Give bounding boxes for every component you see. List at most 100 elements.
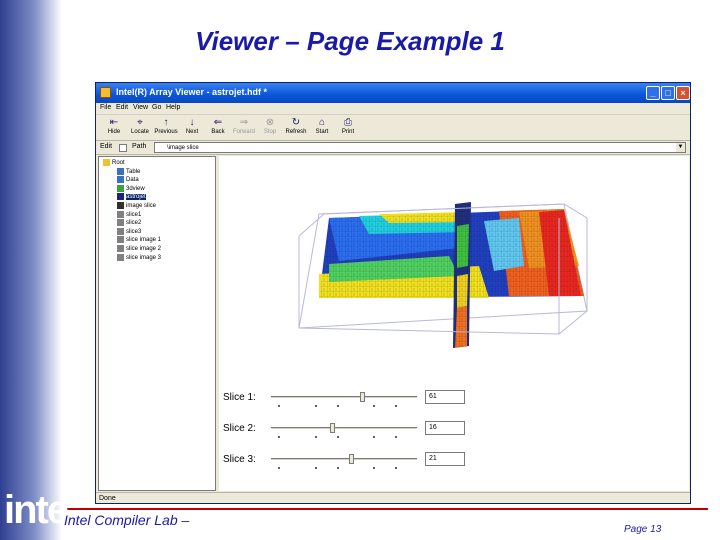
slice-icon <box>117 236 124 244</box>
toolbar-button-hide[interactable]: ⇤ Hide <box>102 117 126 139</box>
slice-2-slider[interactable] <box>271 427 417 430</box>
slice-1-label: Slice 1: <box>223 392 256 403</box>
hide-icon: ⇤ <box>109 117 119 128</box>
toolbar-button-label: Print <box>341 129 355 135</box>
tree-item[interactable]: slice image 2 <box>117 245 161 252</box>
tree-item[interactable]: Root <box>103 159 125 166</box>
tree-item[interactable]: slice image 3 <box>117 253 161 261</box>
toolbar-button-start[interactable]: ⌂ Start <box>310 117 334 139</box>
toolbar-button-label: Back <box>211 129 225 135</box>
toolbar-button-previous[interactable]: ↑ Previous <box>154 117 178 139</box>
toolbar-button-label: Start <box>315 129 329 135</box>
tree-item-label: Table <box>126 168 141 175</box>
tree-item-label: image slice <box>126 203 157 210</box>
slider-tick <box>336 436 339 438</box>
slider-tick <box>278 436 281 438</box>
slice-3-value-field[interactable]: 21 <box>425 452 465 466</box>
back-icon: ⇐ <box>213 117 223 128</box>
toolbar-button-label: Refresh <box>285 129 307 135</box>
slice-2-label: Slice 2: <box>223 423 256 434</box>
path-input[interactable]: \image slice ▼ <box>154 142 686 153</box>
toolbar-button-next[interactable]: ↓ Next <box>180 117 204 139</box>
tree-item[interactable]: slice1 <box>117 210 142 218</box>
array-viewer-window: Intel(R) Array Viewer - astrojet.hdf * _… <box>95 82 691 504</box>
slice-3-slider-thumb[interactable] <box>349 454 355 464</box>
locate-icon: ⌖ <box>137 117 143 128</box>
close-button[interactable]: × <box>676 86 690 100</box>
3d-volume-render[interactable] <box>219 156 689 384</box>
toolbar-button-locate[interactable]: ⌖ Locate <box>128 117 152 139</box>
start-icon: ⌂ <box>318 117 326 128</box>
footer-rule <box>64 508 708 510</box>
window-titlebar[interactable]: Intel(R) Array Viewer - astrojet.hdf * _… <box>96 83 690 103</box>
slice-2-value-field[interactable]: 16 <box>425 421 465 435</box>
slice-3-slider[interactable] <box>271 458 417 461</box>
menu-view[interactable]: View <box>133 104 148 111</box>
slider-tick <box>336 405 339 407</box>
slider-tick <box>373 436 376 438</box>
toolbar: ⇤ Hide ⌖ Locate ↑ Previous ↓ Next ⇐ Back ⇒ Forward ⊗… <box>96 115 690 141</box>
menu-edit[interactable]: Edit <box>116 104 128 111</box>
image-icon <box>117 202 124 209</box>
toolbar-button-label: Hide <box>107 129 121 135</box>
menu-help[interactable]: Help <box>166 104 180 111</box>
menu-go[interactable]: Go <box>152 104 161 111</box>
slice-icon <box>117 227 124 235</box>
toolbar-button-stop[interactable]: ⊗ Stop <box>258 117 282 139</box>
tree-item[interactable]: slice2 <box>117 219 141 226</box>
slider-tick <box>373 467 376 469</box>
path-label: Path <box>132 143 147 150</box>
toolbar-button-back[interactable]: ⇐ Back <box>206 117 230 139</box>
minimize-button[interactable]: _ <box>646 86 660 100</box>
tree-view: Root Table Data 3dview astrojet image slice sl… <box>98 156 216 491</box>
toolbar-button-forward[interactable]: ⇒ Forward <box>232 117 256 139</box>
slice-icon <box>117 219 124 227</box>
tree-item[interactable]: Data <box>117 176 139 183</box>
edit-checkbox[interactable] <box>119 144 127 152</box>
app-icon <box>100 87 111 98</box>
tree-item[interactable]: slice image 1 <box>117 236 161 243</box>
dataset-icon <box>117 193 124 201</box>
tree-item[interactable]: 3dview <box>117 184 145 192</box>
window-title: Intel(R) Array Viewer - astrojet.hdf * <box>116 87 268 97</box>
tree-item[interactable]: image slice <box>117 202 156 209</box>
tree-item-label: slice1 <box>126 211 142 218</box>
tree-item-label: Root <box>112 160 125 167</box>
slider-tick <box>278 467 281 469</box>
toolbar-button-label: Previous <box>154 129 178 135</box>
tree-item[interactable]: Table <box>117 167 141 175</box>
tree-item-label: astrojet <box>126 194 146 201</box>
maximize-button[interactable]: □ <box>661 86 675 100</box>
slide-title: Viewer – Page Example 1 <box>195 26 505 56</box>
slice-1-value-field[interactable]: 61 <box>425 390 465 404</box>
slider-tick <box>373 405 376 407</box>
refresh-icon: ↻ <box>291 117 301 128</box>
menu-file[interactable]: File <box>100 104 111 111</box>
slider-tick <box>395 405 398 407</box>
toolbar-button-print[interactable]: ⎙ Print <box>336 117 360 139</box>
slider-tick <box>314 467 317 469</box>
slice-mesh-overlay <box>319 209 584 298</box>
slider-tick <box>395 436 398 438</box>
slide-left-band <box>0 0 62 540</box>
toolbar-button-label: Stop <box>263 129 277 135</box>
slider-tick <box>314 405 317 407</box>
slice-3-label: Slice 3: <box>223 454 256 465</box>
slice-1-slider-thumb[interactable] <box>359 392 365 402</box>
tree-item-label: slice2 <box>126 220 142 227</box>
tree-item[interactable]: astrojet <box>117 193 146 201</box>
tree-item-label: slice3 <box>126 228 142 235</box>
toolbar-button-label: Next <box>185 129 199 135</box>
edit-label: Edit <box>100 143 113 150</box>
toolbar-button-refresh[interactable]: ↻ Refresh <box>284 117 308 139</box>
stop-icon: ⊗ <box>265 117 275 128</box>
toolbar-button-label: Forward <box>232 129 255 135</box>
slice-icon <box>117 245 124 252</box>
slice-1-slider[interactable] <box>271 396 417 399</box>
page-number: Page 13 <box>624 524 662 535</box>
tree-item[interactable]: slice3 <box>117 227 142 235</box>
3d-view-pane[interactable] <box>219 156 689 384</box>
tree-item-label: slice image 1 <box>126 237 162 244</box>
path-dropdown-icon[interactable]: ▼ <box>676 143 685 152</box>
slice-2-slider-thumb[interactable] <box>330 423 336 433</box>
